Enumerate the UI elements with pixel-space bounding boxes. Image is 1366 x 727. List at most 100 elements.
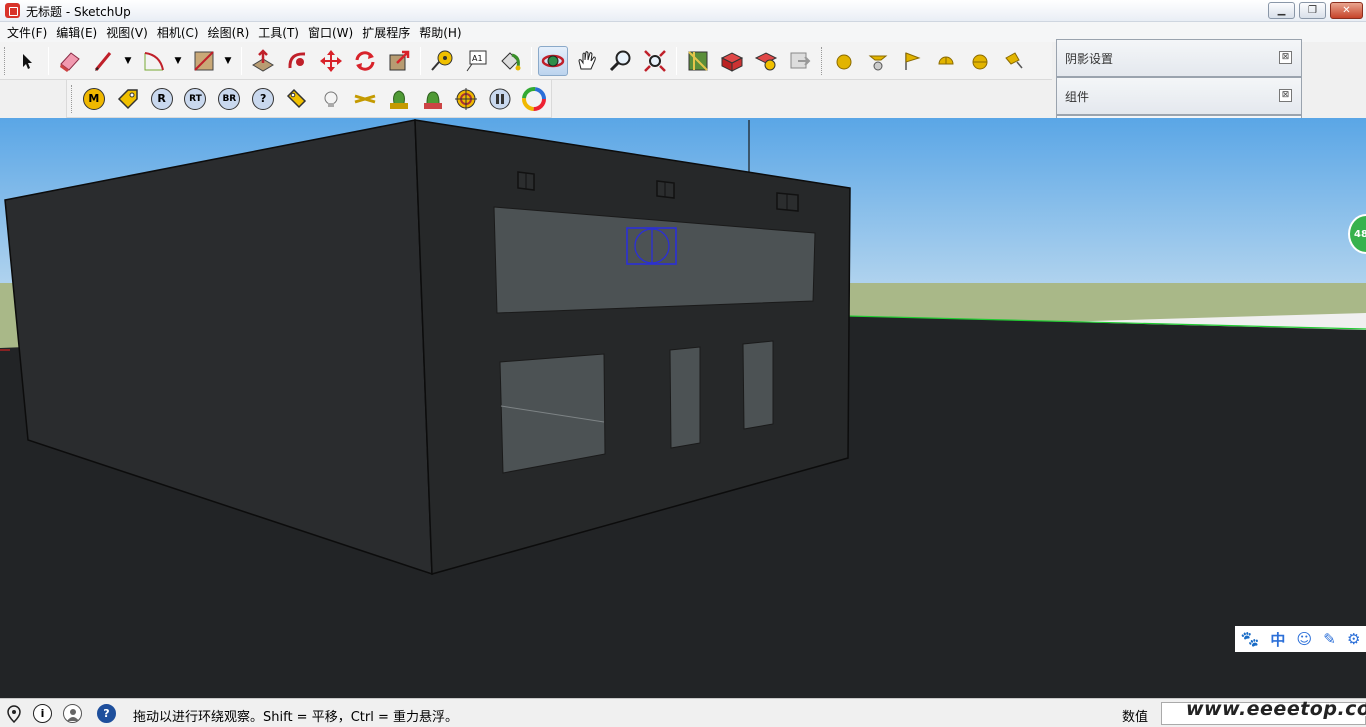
- tray-shadows[interactable]: 阴影设置 ⊠: [1056, 39, 1302, 77]
- menu-file[interactable]: 文件(F): [4, 24, 53, 41]
- eraser-tool-button[interactable]: [55, 46, 85, 76]
- rotate-icon: [355, 50, 375, 71]
- planes-icon: [354, 94, 376, 103]
- close-icon[interactable]: ⊠: [1279, 89, 1292, 102]
- zoom-tool-button[interactable]: [606, 46, 636, 76]
- user-icon[interactable]: [63, 704, 82, 723]
- pan-tool-button[interactable]: [572, 46, 602, 76]
- chevron-down-icon[interactable]: ▼: [221, 46, 235, 76]
- 3d-warehouse-button[interactable]: [683, 46, 713, 76]
- grass-icon: [423, 90, 442, 109]
- help-icon[interactable]: ?: [97, 704, 116, 723]
- dome-light-button[interactable]: [931, 46, 961, 76]
- text-label-icon: A1: [466, 50, 487, 71]
- menu-edit[interactable]: 编辑(E): [53, 24, 103, 41]
- render-br-button[interactable]: BR: [214, 84, 244, 114]
- tray-components[interactable]: 组件 ⊠: [1056, 77, 1302, 115]
- tag-tool-button[interactable]: [113, 84, 143, 114]
- paw-icon[interactable]: 🐾: [1241, 630, 1260, 648]
- sketchup-logo-icon: [5, 3, 20, 18]
- select-tool-button[interactable]: [12, 46, 42, 76]
- menu-window[interactable]: 窗口(W): [305, 24, 359, 41]
- render-rt-button[interactable]: RT: [181, 84, 211, 114]
- tag-icon: [117, 88, 138, 109]
- ime-toolbar: 🐾 中 ☺ ✎ ⚙: [1235, 626, 1366, 652]
- follow-me-tool-button[interactable]: [282, 46, 312, 76]
- watermark: www.eeeetop.com: [1186, 698, 1366, 720]
- extension-warehouse-button[interactable]: [717, 46, 747, 76]
- menu-view[interactable]: 视图(V): [103, 24, 154, 41]
- send-to-layout-button[interactable]: [785, 46, 815, 76]
- chevron-down-icon[interactable]: ▼: [171, 46, 185, 76]
- arc-tool-button[interactable]: [139, 46, 169, 76]
- flag-icon: [905, 51, 921, 70]
- plane-tool-button[interactable]: [350, 84, 380, 114]
- rotate-tool-button[interactable]: [350, 46, 380, 76]
- rectangle-tool-button[interactable]: [189, 46, 219, 76]
- move-tool-button[interactable]: [316, 46, 346, 76]
- pen-icon[interactable]: ✎: [1323, 630, 1336, 648]
- info-icon[interactable]: i: [33, 704, 52, 723]
- push-pull-icon: [252, 48, 274, 72]
- half-sphere-button[interactable]: [965, 46, 995, 76]
- toolbar-grip[interactable]: [821, 46, 824, 75]
- menu-help[interactable]: 帮助(H): [416, 24, 467, 41]
- plugin-help-button[interactable]: ?: [248, 84, 278, 114]
- spotlight-icon: [868, 55, 888, 70]
- orbit-icon: [541, 54, 565, 67]
- light-arrow-button[interactable]: [999, 46, 1029, 76]
- pencil-tool-button[interactable]: [89, 46, 119, 76]
- maximize-button[interactable]: ❐: [1299, 2, 1326, 19]
- r-icon: R: [150, 87, 173, 110]
- sun-sphere-button[interactable]: [829, 46, 859, 76]
- pencil-icon: [94, 51, 112, 71]
- text-tool-button[interactable]: A1: [461, 46, 491, 76]
- light-bulb-button[interactable]: [316, 84, 346, 114]
- plant-tool-button[interactable]: [384, 84, 414, 114]
- toolbar-grip[interactable]: [71, 84, 74, 113]
- light-bulb-icon: [324, 91, 338, 107]
- light-arrow-icon: [1005, 51, 1023, 68]
- material-m-button[interactable]: M: [79, 84, 109, 114]
- share-model-button[interactable]: [751, 46, 781, 76]
- tape-measure-tool-button[interactable]: [427, 46, 457, 76]
- target-icon: [455, 87, 478, 110]
- target-button[interactable]: [451, 84, 481, 114]
- dome-icon: [938, 56, 954, 64]
- scale-tool-button[interactable]: [384, 46, 414, 76]
- chevron-down-icon[interactable]: ▼: [121, 46, 135, 76]
- toolbar-grip[interactable]: [4, 46, 7, 75]
- render-r-button[interactable]: R: [147, 84, 177, 114]
- orbit-tool-button[interactable]: [538, 45, 568, 76]
- close-button[interactable]: ✕: [1330, 2, 1363, 19]
- spot-light-button[interactable]: [863, 46, 893, 76]
- color-wheel-button[interactable]: [519, 84, 549, 114]
- emoji-icon[interactable]: ☺: [1297, 630, 1313, 648]
- magnifier-icon: [609, 50, 631, 71]
- scale-icon: [389, 50, 410, 70]
- model-viewport[interactable]: [0, 118, 1366, 698]
- location-pin-icon[interactable]: [4, 704, 23, 723]
- minimize-button[interactable]: ▁: [1268, 2, 1295, 19]
- gear-icon[interactable]: ⚙: [1347, 630, 1360, 648]
- arc-icon: [144, 51, 164, 70]
- menu-extensions[interactable]: 扩展程序: [359, 24, 416, 41]
- lower-window-middle: [669, 346, 701, 449]
- material-tag-button[interactable]: [282, 84, 312, 114]
- flag-light-button[interactable]: [897, 46, 927, 76]
- window-title: 无标题 - SketchUp: [26, 5, 131, 19]
- paint-bucket-tool-button[interactable]: [495, 46, 525, 76]
- pause-button[interactable]: [485, 84, 515, 114]
- grass-tool-button[interactable]: [418, 84, 448, 114]
- lower-window-right: [742, 340, 774, 430]
- menu-draw[interactable]: 绘图(R): [205, 24, 256, 41]
- menu-camera[interactable]: 相机(C): [154, 24, 205, 41]
- zoom-extents-tool-button[interactable]: [640, 46, 670, 76]
- zoom-extents-icon: [644, 49, 666, 72]
- ime-chinese-toggle[interactable]: 中: [1270, 629, 1285, 650]
- close-icon[interactable]: ⊠: [1279, 51, 1292, 64]
- half-sphere-icon: [972, 54, 988, 69]
- paint-bucket-icon: [501, 51, 521, 70]
- menu-tools[interactable]: 工具(T): [255, 24, 305, 41]
- push-pull-tool-button[interactable]: [248, 46, 278, 76]
